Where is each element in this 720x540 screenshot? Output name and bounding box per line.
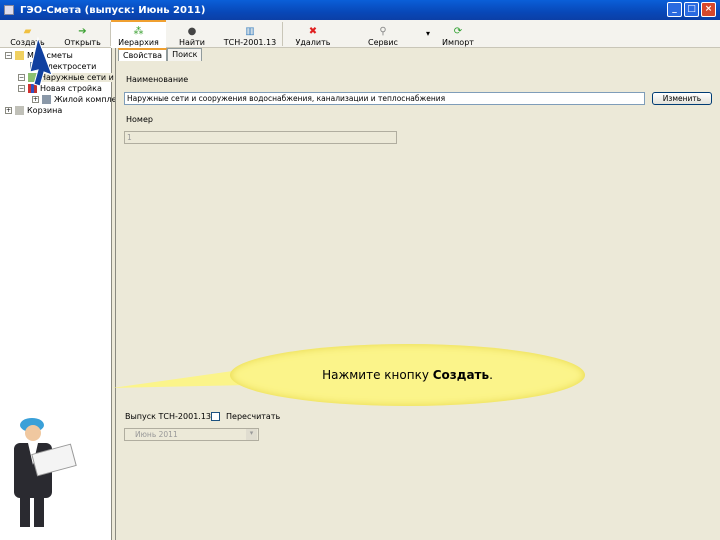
head: [25, 425, 41, 441]
instruction-callout: Нажмите кнопку Создать.: [230, 344, 585, 406]
engineer-illustration: [0, 405, 92, 535]
callout-tail: [29, 36, 250, 388]
callout-text-bold: Создать: [432, 368, 490, 382]
mouse-cursor-icon: [29, 36, 53, 87]
callout-text-suffix: .: [489, 368, 493, 382]
callout-text-prefix: Нажмите кнопку: [322, 368, 433, 382]
